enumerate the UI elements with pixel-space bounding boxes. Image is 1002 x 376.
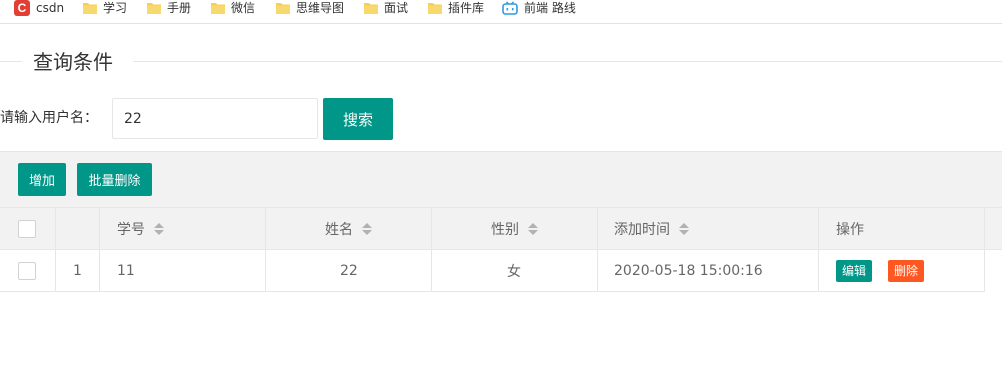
search-button[interactable]: 搜索 <box>323 98 393 140</box>
column-header-gender[interactable]: 性别 <box>491 208 538 249</box>
cell-id: 11 <box>117 262 135 279</box>
sort-icon[interactable] <box>528 222 538 235</box>
folder-icon <box>211 3 225 14</box>
bookmark-csdn[interactable]: C csdn <box>14 0 64 16</box>
add-button[interactable]: 增加 <box>18 163 66 196</box>
bookmark-label: 思维导图 <box>296 1 345 15</box>
fieldset-legend: 查询条件 <box>33 50 113 74</box>
username-label: 请输入用户名： <box>0 110 98 126</box>
bookmark-label: 面试 <box>384 1 409 15</box>
bookmark-plugins[interactable]: 插件库 <box>428 0 484 16</box>
folder-icon <box>147 3 161 14</box>
cell-name: 22 <box>340 262 358 279</box>
cell-gender: 女 <box>507 263 521 280</box>
bookmark-label: 微信 <box>231 1 256 15</box>
column-header-actions: 操作 <box>836 208 864 249</box>
select-all-cell <box>18 208 36 249</box>
table-header: 学号 姓名 性别 添加时间 操作 <box>0 208 1002 250</box>
table-row: 1 11 22 女 2020-05-18 15:00:16 编辑 删除 <box>0 250 985 292</box>
bookmark-label: 学习 <box>103 1 128 15</box>
bookmark-label: 前端 路线 <box>524 1 576 15</box>
column-label: 姓名 <box>325 221 353 238</box>
bookmarks-bar: C csdn 学习 手册 微信 思维导图 面试 插件库 前端 路线 <box>0 0 1002 24</box>
folder-icon <box>276 3 290 14</box>
column-header-added-time[interactable]: 添加时间 <box>614 208 689 249</box>
batch-delete-button[interactable]: 批量删除 <box>77 163 152 196</box>
column-label: 学号 <box>117 221 145 238</box>
sort-icon[interactable] <box>362 222 372 235</box>
bookmark-interview[interactable]: 面试 <box>364 0 408 16</box>
column-label: 性别 <box>491 221 519 238</box>
csdn-icon: C <box>14 0 30 16</box>
row-select-cell <box>18 250 36 291</box>
sort-icon[interactable] <box>679 222 689 235</box>
bookmark-frontend-route[interactable]: 前端 路线 <box>502 0 576 16</box>
bookmark-wechat[interactable]: 微信 <box>211 0 255 16</box>
bookmark-manual[interactable]: 手册 <box>147 0 191 16</box>
folder-icon <box>364 3 378 14</box>
folder-icon <box>428 3 442 14</box>
fieldset-border-right <box>133 61 1002 62</box>
row-index: 1 <box>73 262 82 279</box>
select-all-checkbox[interactable] <box>18 219 36 238</box>
bookmark-label: 手册 <box>167 1 192 15</box>
folder-icon <box>83 3 97 14</box>
bookmark-mindmap[interactable]: 思维导图 <box>276 0 344 16</box>
bookmark-label: csdn <box>36 1 65 15</box>
bookmark-study[interactable]: 学习 <box>83 0 127 16</box>
edit-button[interactable]: 编辑 <box>836 259 873 282</box>
column-header-name[interactable]: 姓名 <box>325 208 372 249</box>
cell-added-time: 2020-05-18 15:00:16 <box>614 262 763 279</box>
column-header-id[interactable]: 学号 <box>117 208 164 249</box>
bookmark-label: 插件库 <box>448 1 485 15</box>
column-label: 操作 <box>836 221 864 238</box>
sort-icon[interactable] <box>154 222 164 235</box>
row-checkbox[interactable] <box>18 261 36 280</box>
cell-actions: 编辑 删除 <box>836 250 925 291</box>
username-search-input[interactable] <box>112 98 318 139</box>
bilibili-icon <box>502 1 518 15</box>
delete-button[interactable]: 删除 <box>888 259 925 282</box>
column-label: 添加时间 <box>614 221 670 238</box>
fieldset-border-left <box>0 61 22 62</box>
